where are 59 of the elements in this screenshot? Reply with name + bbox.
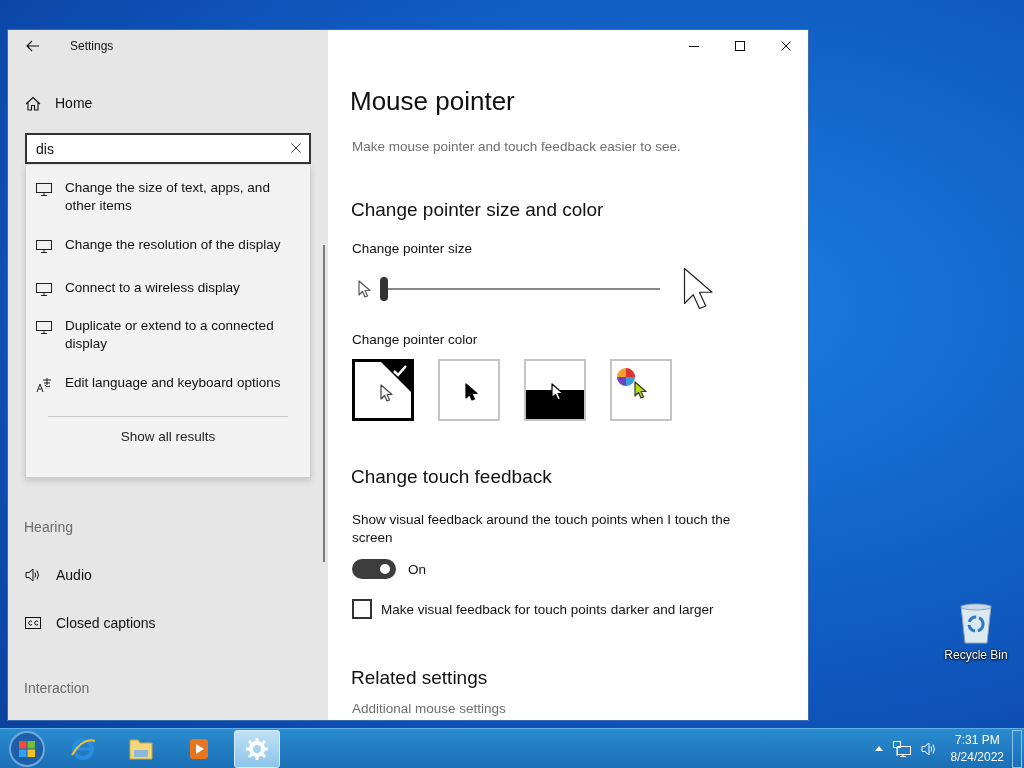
clock-date[interactable]: 8/24/2022 [950,748,1004,766]
suggestion-item[interactable]: Change the resolution of the display [26,223,310,266]
small-cursor-icon [358,279,372,299]
checkmark-icon [381,362,411,392]
section-header: Interaction [23,679,90,698]
suggestion-item[interactable]: Edit language and keyboard options [26,361,310,404]
cursor-icon [551,383,565,402]
monitor-icon [36,283,52,296]
sidebar-item[interactable]: Closed captions [8,599,328,647]
show-all-link[interactable]: Show all results [112,425,224,448]
page-description: Make mouse pointer and touch feedback easier to see. [352,139,681,154]
monitor-icon [36,240,52,253]
language-icon [36,376,52,393]
setting-label: Change pointer color [352,332,478,347]
maximize-icon[interactable] [735,41,745,51]
start-button-icon[interactable] [8,729,46,768]
close-icon[interactable] [291,143,301,153]
suggestion-item[interactable]: Duplicate or extend to a connected display [26,309,310,361]
pointer-color-option[interactable] [352,359,414,421]
network-icon[interactable] [892,740,911,757]
speaker-icon [25,567,41,583]
cursor-icon [380,384,394,403]
color-wheel-icon [616,367,636,387]
checkbox-label: Make visual feedback for touch points darker and larger [381,601,714,617]
search-field[interactable]: dis [25,133,311,164]
desktop-icon-label[interactable]: Recycle Bin [944,648,1008,662]
home-icon [25,95,41,111]
section-heading: Change pointer size and color [351,199,604,221]
captions-icon [25,617,41,629]
settings-link[interactable]: Additional mouse settings [352,701,506,716]
setting-label: Change pointer size [352,241,473,256]
slider-thumb[interactable] [380,277,388,301]
scrollbar[interactable] [323,245,325,562]
taskbar-button[interactable] [234,729,280,768]
cursor-icon [465,383,479,402]
sidebar-item[interactable]: Audio [8,551,328,599]
section-heading: Change touch feedback [351,466,552,488]
home-item[interactable]: Home [25,85,145,121]
suggestion-item[interactable]: Connect to a wireless display [26,266,310,309]
monitor-icon [36,183,52,196]
back-arrow-icon[interactable] [26,40,40,52]
up-caret-icon[interactable] [874,746,883,751]
toggle-switch[interactable] [352,559,396,579]
clock-time[interactable]: 7:31 PM [954,731,1000,749]
monitor-icon [36,321,52,334]
checkbox[interactable] [352,599,372,619]
section-heading: Related settings [351,667,488,689]
suggestion-item[interactable]: Change the size of text, apps, and other items [26,171,310,223]
toggle-state-label: On [408,561,426,577]
section-header: Hearing [23,518,74,537]
setting-label: Show visual feedback around the touch points when I touch the screen [352,511,732,547]
speaker-icon[interactable] [920,740,937,757]
large-cursor-icon [682,266,716,312]
show-desktop-button[interactable] [1012,729,1022,768]
window-title: Settings [70,39,114,53]
recycle-bin-icon [958,602,994,644]
cursor-icon [634,381,648,400]
page-title: Mouse pointer [350,86,515,117]
close-icon[interactable] [781,41,791,51]
